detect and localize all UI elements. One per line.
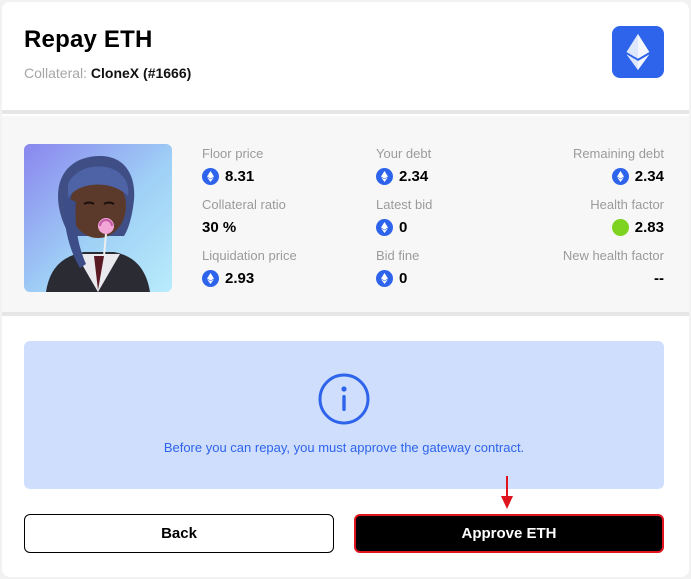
stat-label: Health factor	[590, 197, 664, 212]
stat-value: 30 %	[202, 219, 237, 236]
loan-stats-panel: Floor price 8.31 Your debt 2.34 Remainin…	[2, 116, 689, 312]
stat-label: New health factor	[562, 248, 664, 263]
stat-label: Remaining debt	[572, 146, 664, 161]
eth-icon	[202, 270, 219, 287]
stat-value: 8.31	[225, 168, 255, 185]
stat-label: Liquidation price	[202, 248, 297, 263]
collateral-value: CloneX (#1666)	[90, 65, 192, 81]
stat-liquidation-price: Liquidation price 2.93	[202, 248, 297, 287]
stat-value: 2.93	[225, 270, 255, 287]
stat-value: --	[654, 270, 664, 287]
repay-dialog: Repay ETH Collateral: CloneX (#1666) Flo…	[2, 2, 689, 577]
eth-icon	[611, 168, 629, 185]
divider	[2, 110, 689, 114]
info-icon	[318, 373, 370, 425]
page-title: Repay ETH	[24, 26, 153, 53]
approval-notice: Before you can repay, you must approve t…	[24, 341, 664, 489]
back-button[interactable]: Back	[24, 514, 334, 553]
arrow-down-icon	[501, 476, 513, 509]
eth-icon	[202, 168, 219, 185]
eth-icon	[376, 270, 393, 287]
stat-label: Bid fine	[376, 248, 420, 263]
nft-image	[24, 144, 172, 292]
stat-value: 2.34	[399, 168, 429, 185]
collateral-label: Collateral:	[24, 65, 88, 81]
stat-label: Floor price	[202, 146, 264, 161]
stat-your-debt: Your debt 2.34	[376, 146, 431, 185]
stat-latest-bid: Latest bid 0	[376, 197, 432, 236]
stat-value: 2.34	[634, 168, 664, 185]
divider	[2, 312, 689, 316]
notice-text: Before you can repay, you must approve t…	[163, 440, 525, 455]
stat-value: 0	[399, 270, 408, 287]
stat-bid-fine: Bid fine 0	[376, 248, 419, 287]
stat-collateral-ratio: Collateral ratio 30 %	[202, 197, 286, 236]
stat-value: 2.83	[634, 219, 664, 236]
stat-new-health-factor: New health factor --	[563, 248, 664, 287]
ethereum-icon	[612, 26, 664, 78]
eth-icon	[376, 168, 393, 185]
stat-label: Collateral ratio	[202, 197, 286, 212]
stat-value: 0	[399, 219, 408, 236]
collateral-info: Collateral: CloneX (#1666)	[24, 65, 191, 81]
stat-floor-price: Floor price 8.31	[202, 146, 263, 185]
approve-eth-button[interactable]: Approve ETH	[354, 514, 664, 553]
stat-label: Your debt	[376, 146, 432, 161]
eth-icon	[376, 219, 393, 236]
stat-label: Latest bid	[376, 197, 433, 212]
dialog-header: Repay ETH Collateral: CloneX (#1666)	[2, 2, 689, 112]
stat-health-factor: Health factor 2.83	[590, 197, 664, 236]
health-status-dot-icon	[611, 219, 629, 236]
stat-remaining-debt: Remaining debt 2.34	[573, 146, 664, 185]
